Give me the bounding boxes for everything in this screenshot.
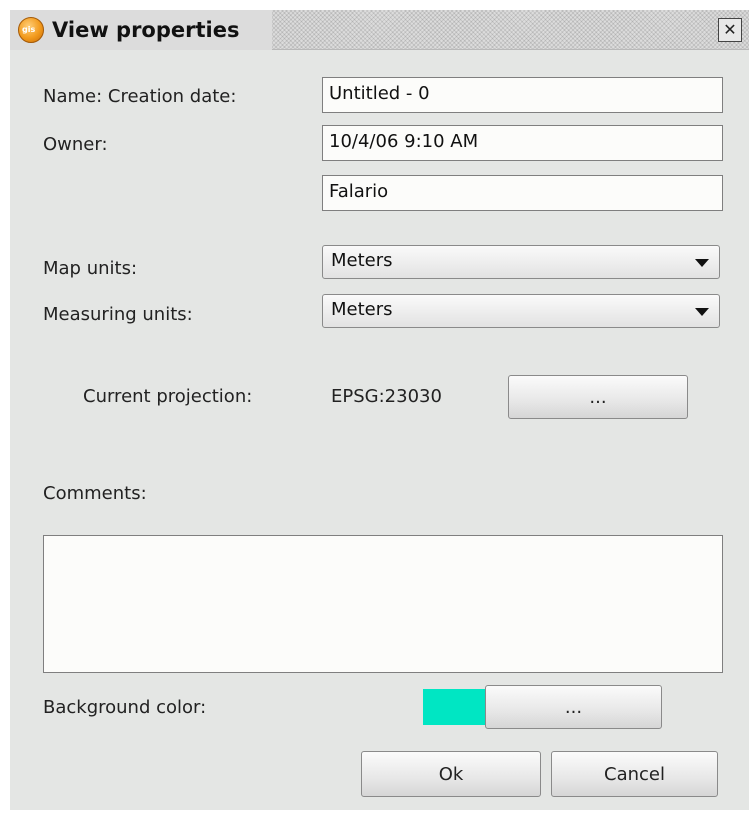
close-button[interactable]: ✕ <box>718 18 742 42</box>
background-color-swatch <box>423 689 485 725</box>
owner-label: Owner: <box>43 134 108 155</box>
title-area: View properties <box>10 10 272 50</box>
gis-globe-icon <box>18 17 44 43</box>
chevron-down-icon <box>695 308 709 316</box>
comments-label: Comments: <box>43 483 147 504</box>
map-units-select[interactable]: Meters <box>322 245 720 279</box>
cancel-button[interactable]: Cancel <box>551 751 718 797</box>
measuring-units-label: Measuring units: <box>43 304 193 325</box>
background-color-label: Background color: <box>43 697 207 718</box>
map-units-value: Meters <box>331 250 393 271</box>
measuring-units-value: Meters <box>331 299 393 320</box>
close-icon: ✕ <box>723 20 737 39</box>
comments-textarea[interactable] <box>43 535 723 673</box>
name-field[interactable]: Untitled - 0 <box>322 77 723 113</box>
window-title: View properties <box>52 18 240 42</box>
view-properties-dialog: View properties ✕ Name: Creation date: O… <box>10 10 749 810</box>
map-units-label: Map units: <box>43 258 138 279</box>
background-color-button[interactable]: ... <box>485 685 662 729</box>
projection-value: EPSG:23030 <box>331 386 442 407</box>
measuring-units-select[interactable]: Meters <box>322 294 720 328</box>
chevron-down-icon <box>695 259 709 267</box>
projection-button[interactable]: ... <box>508 375 688 419</box>
name-creation-date-label: Name: Creation date: <box>43 86 237 107</box>
title-bar[interactable]: View properties ✕ <box>10 10 749 50</box>
creation-date-field[interactable]: 10/4/06 9:10 AM <box>322 125 723 161</box>
owner-field[interactable]: Falario <box>322 175 723 211</box>
ok-button[interactable]: Ok <box>361 751 541 797</box>
current-projection-label: Current projection: <box>83 386 253 407</box>
